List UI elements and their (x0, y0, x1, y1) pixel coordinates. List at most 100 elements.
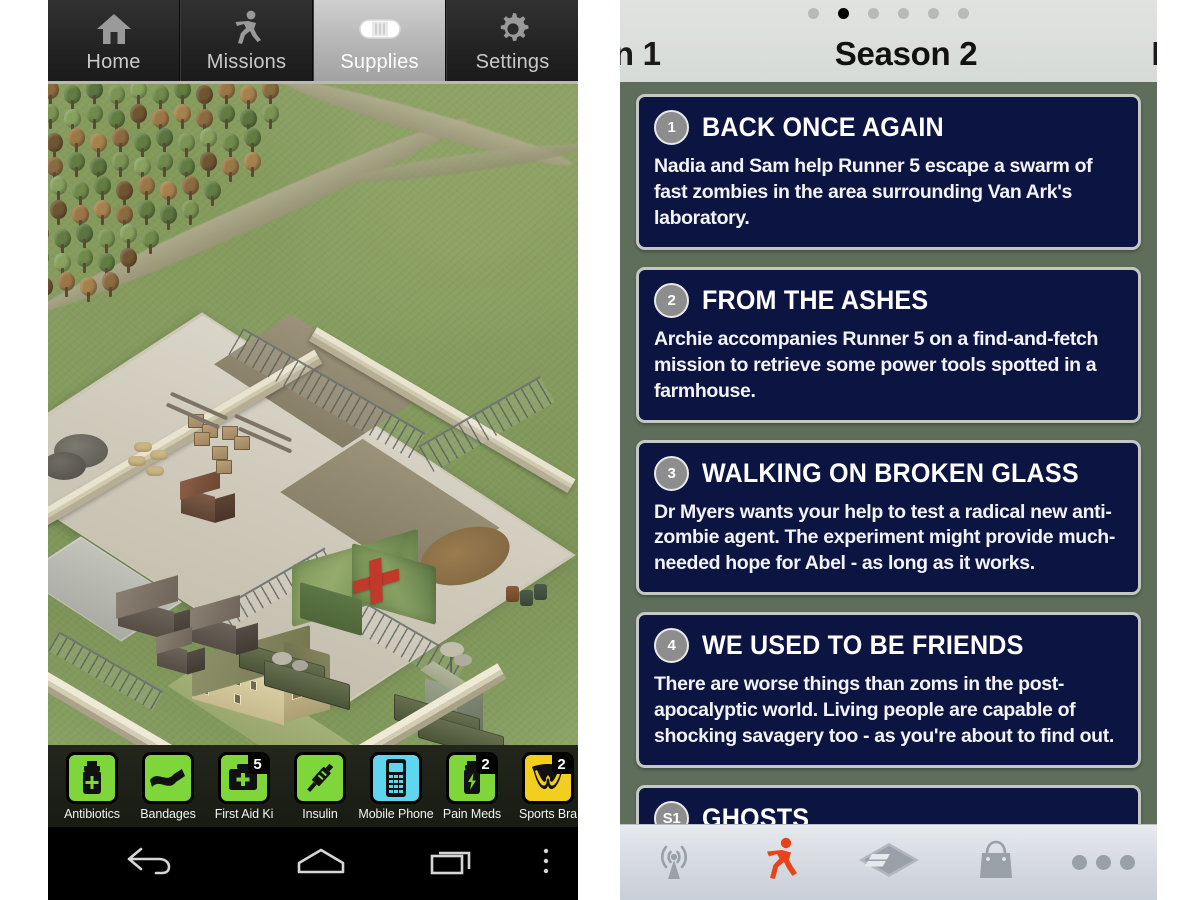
mission-title: BACK ONCE AGAIN (702, 112, 944, 142)
season-current-label: Season 2 (834, 35, 978, 72)
tree (112, 128, 129, 153)
page-dot[interactable] (808, 8, 819, 19)
tab-run[interactable] (727, 825, 834, 900)
supply-label: Pain Meds (442, 806, 502, 821)
tree (218, 84, 235, 105)
tab-missions[interactable]: Missions (180, 0, 313, 81)
radio-tower-icon (648, 838, 700, 887)
page-dot[interactable] (868, 8, 879, 19)
shack[interactable] (178, 470, 244, 528)
tree (48, 224, 49, 249)
supply-item-first-aid-kit[interactable]: 5 First Aid Ki (206, 751, 282, 821)
mission-header: 1 BACK ONCE AGAIN (654, 110, 1123, 145)
recents-button[interactable] (392, 827, 514, 900)
mission-header: 3 WALKING ON BROKEN GLASS (654, 455, 1123, 491)
back-button[interactable] (48, 827, 249, 900)
tree (262, 84, 279, 105)
mobile-phone-icon[interactable] (370, 751, 422, 804)
pill-bottle-icon[interactable] (66, 751, 118, 804)
tab-shop[interactable] (942, 825, 1049, 900)
tree (138, 176, 155, 201)
tab-base[interactable] (835, 825, 942, 900)
supply-item-insulin[interactable]: Insulin (282, 751, 358, 821)
tree (138, 200, 155, 225)
season-pager[interactable]: son 1 Season 2 Ra (620, 26, 1157, 82)
tab-more[interactable] (1050, 825, 1157, 900)
tab-settings-label: Settings (475, 51, 550, 73)
tab-radio[interactable] (620, 825, 727, 900)
tree (244, 152, 261, 177)
supply-count-badge: 5 (248, 754, 267, 774)
tab-home[interactable]: Home (48, 0, 180, 81)
tree (48, 133, 63, 158)
bandage-roll-icon[interactable] (142, 751, 194, 804)
mission-card[interactable]: S1 GHOSTS A key resident of Abel is miss… (636, 785, 1141, 824)
tree (90, 133, 107, 158)
shack[interactable] (154, 626, 214, 680)
supply-sack (128, 456, 146, 466)
supply-item-antibiotics[interactable]: Antibiotics (54, 751, 130, 821)
tree (240, 85, 257, 110)
supply-label: Insulin (302, 806, 338, 821)
mission-card[interactable]: 2 FROM THE ASHES Archie accompanies Runn… (636, 266, 1141, 423)
barrel (520, 590, 533, 606)
season-next-label[interactable]: Ra (1151, 35, 1157, 73)
mission-card[interactable]: 1 BACK ONCE AGAIN Nadia and Sam help Run… (636, 94, 1141, 250)
supply-label: Mobile Phone (358, 806, 434, 821)
menu-button[interactable] (514, 827, 578, 900)
supplies-strip[interactable]: Antibiotics Bandages 5 First Aid Ki Insu… (48, 745, 578, 827)
supply-sack (150, 450, 168, 460)
tree (204, 181, 221, 206)
first-aid-kit-icon[interactable]: 5 (218, 751, 270, 804)
page-dot[interactable] (838, 8, 849, 19)
home-icon (95, 8, 133, 50)
tree (48, 84, 59, 105)
page-dot[interactable] (958, 8, 969, 19)
tree (196, 85, 213, 110)
bandage-icon (358, 8, 402, 50)
supply-label: First Aid Ki (214, 806, 274, 821)
tree (142, 229, 159, 254)
mission-list[interactable]: 1 BACK ONCE AGAIN Nadia and Sam help Run… (620, 82, 1157, 824)
mission-card[interactable]: 3 WALKING ON BROKEN GLASS Dr Myers wants… (636, 439, 1141, 596)
supply-item-pain-meds[interactable]: 2 Pain Meds (434, 751, 510, 821)
tab-settings[interactable]: Settings (446, 0, 578, 81)
recent-apps-icon (427, 845, 479, 882)
tree (108, 85, 125, 110)
supply-label: Antibiotics (64, 806, 120, 821)
tree (50, 176, 67, 201)
tree (134, 133, 151, 158)
supply-item-sports-bra[interactable]: 2 Sports Bra (510, 751, 578, 821)
mission-description: Dr Myers wants your help to test a radic… (654, 500, 1116, 575)
tree (72, 181, 89, 206)
mission-title: WE USED TO BE FRIENDS (702, 630, 1024, 661)
syringe-icon[interactable] (294, 751, 346, 804)
mission-header: 4 WE USED TO BE FRIENDS (654, 628, 1123, 664)
tree (156, 128, 173, 153)
sports-bra-icon[interactable]: 2 (522, 751, 574, 804)
ios-phone-panel: son 1 Season 2 Ra 1 BACK ONCE AGAIN Nadi… (620, 0, 1157, 900)
supply-item-mobile-phone[interactable]: Mobile Phone (358, 751, 434, 821)
tab-supplies[interactable]: Supplies (313, 0, 446, 81)
page-dot[interactable] (928, 8, 939, 19)
page-dot[interactable] (898, 8, 909, 19)
mission-number-badge: 4 (654, 628, 689, 664)
mission-card[interactable]: 4 WE USED TO BE FRIENDS There are worse … (636, 612, 1141, 769)
supply-count-badge: 2 (552, 754, 571, 774)
page-dots[interactable] (620, 8, 1157, 19)
season-header: son 1 Season 2 Ra (620, 0, 1157, 82)
home-button[interactable] (249, 827, 392, 900)
mission-header: S1 GHOSTS (654, 801, 1123, 824)
barrel (534, 584, 547, 600)
medical-tent[interactable] (292, 528, 440, 639)
tree (130, 84, 147, 105)
tree (86, 84, 103, 105)
pain-meds-icon[interactable]: 2 (446, 751, 498, 804)
supply-crate (234, 436, 250, 450)
supply-item-bandages[interactable]: Bandages (130, 751, 206, 821)
mission-number-badge: 1 (654, 110, 689, 145)
base-map-view[interactable] (48, 84, 578, 745)
tree (156, 152, 173, 177)
mission-title: WALKING ON BROKEN GLASS (702, 457, 1079, 488)
season-prev-label[interactable]: son 1 (620, 35, 661, 73)
